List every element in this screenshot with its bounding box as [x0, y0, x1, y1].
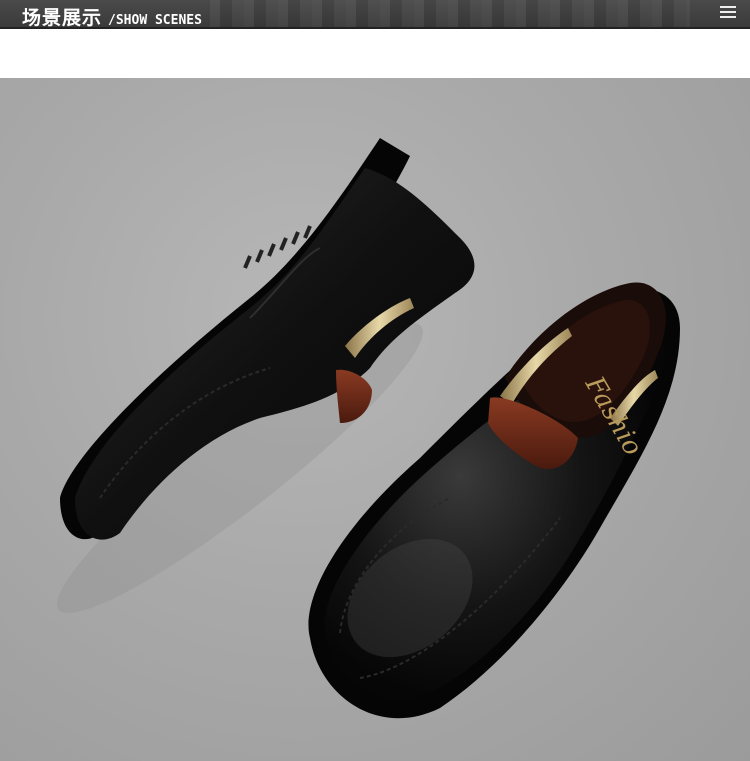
section-title-chinese: 场景展示	[22, 7, 103, 29]
header-pattern	[210, 0, 690, 27]
header-bar: 场景展示 /SHOW SCENES	[0, 0, 750, 29]
section-title-english: /SHOW SCENES	[108, 13, 202, 28]
shoes-illustration: Fashio	[57, 138, 680, 719]
section-title: 场景展示 /SHOW SCENES	[22, 3, 202, 30]
hamburger-menu-icon[interactable]	[720, 6, 736, 20]
product-scene-photo: Fashio	[0, 78, 750, 761]
